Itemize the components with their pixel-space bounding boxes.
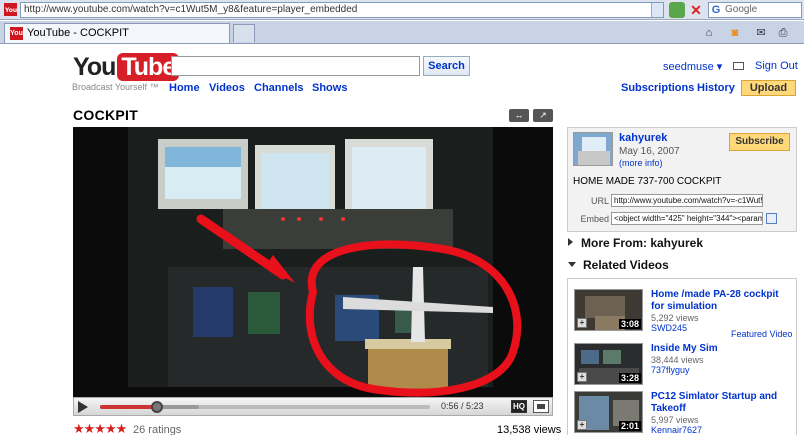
expand-arrow-icon: [568, 238, 573, 246]
related-video-user[interactable]: 737flyguy: [651, 365, 690, 375]
subscriptions-link[interactable]: Subscriptions: [621, 82, 694, 94]
progress-played: [100, 405, 158, 409]
browser-search-placeholder: Google: [725, 4, 758, 15]
related-video-views: 5,292 views: [651, 313, 699, 323]
google-icon: G: [710, 4, 722, 16]
hq-button[interactable]: HQ: [511, 400, 527, 413]
expand-player-icon[interactable]: ↔: [509, 109, 529, 122]
video-duration: 2:01: [618, 421, 641, 431]
progress-bar[interactable]: [100, 401, 430, 413]
player-controls: 0:56 / 5:23 HQ: [73, 397, 553, 416]
print-icon[interactable]: ⎙: [776, 26, 790, 40]
more-info-link[interactable]: (more info): [619, 158, 663, 168]
user-menu[interactable]: seedmuse ▾: [663, 60, 722, 73]
nav-home[interactable]: Home: [169, 82, 200, 94]
popout-player-icon[interactable]: ↗: [533, 109, 553, 122]
add-to-quicklist-icon[interactable]: +: [577, 318, 587, 328]
sign-out-link[interactable]: Sign Out: [755, 60, 798, 72]
related-video-item[interactable]: + 3:08 Home /made PA-28 cockpit for simu…: [574, 289, 794, 339]
address-dropdown-icon[interactable]: [651, 3, 663, 17]
collapse-arrow-icon: [568, 262, 576, 267]
browser-toolbar: You http://www.youtube.com/watch?v=c1Wut…: [0, 0, 804, 20]
related-video-views: 38,444 views: [651, 355, 704, 365]
logo-tube: Tube: [117, 53, 180, 81]
related-video-item[interactable]: + 2:01 PC12 Simlator Startup and Takeoff…: [574, 391, 794, 435]
rating-stars[interactable]: ★★★★★: [73, 421, 127, 435]
play-icon[interactable]: [78, 401, 88, 413]
nav-shows[interactable]: Shows: [312, 82, 347, 94]
related-video-title[interactable]: Inside My Sim: [651, 343, 791, 355]
related-video-user[interactable]: Kennair7627: [651, 425, 702, 435]
video-title: COCKPIT: [73, 107, 139, 123]
related-videos-label: Related Videos: [583, 258, 669, 272]
url-field[interactable]: http://www.youtube.com/watch?v=-c1Wut5M: [611, 194, 763, 207]
upload-button[interactable]: Upload: [741, 80, 796, 96]
video-description: HOME MADE 737-700 COCKPIT: [573, 176, 722, 187]
mail-icon[interactable]: ✉: [754, 26, 768, 40]
nav-videos[interactable]: Videos: [209, 82, 245, 94]
stop-icon[interactable]: ✕: [688, 2, 704, 18]
history-link[interactable]: History: [697, 82, 735, 94]
related-video-item[interactable]: + 3:28 Inside My Sim 38,444 views 737fly…: [574, 343, 794, 391]
related-video-thumbnail[interactable]: + 2:01: [574, 391, 643, 433]
more-from-heading[interactable]: More From: kahyurek: [568, 236, 703, 250]
add-to-quicklist-icon[interactable]: +: [577, 420, 587, 430]
page-favicon-icon: You: [4, 3, 17, 16]
channel-info-box: kahyurek May 16, 2007 (more info) Subscr…: [567, 127, 797, 232]
related-videos-heading[interactable]: Related Videos: [568, 258, 669, 272]
logo-you: You: [73, 53, 116, 81]
browser-tab-bar: You YouTube - COCKPIT ⌂ ◙ ✉ ⎙: [0, 21, 804, 44]
subscribe-button[interactable]: Subscribe: [729, 133, 790, 151]
address-bar[interactable]: http://www.youtube.com/watch?v=c1Wut5M_y…: [20, 2, 664, 18]
channel-name-link[interactable]: kahyurek: [619, 132, 667, 144]
featured-video-label[interactable]: Featured Video: [731, 329, 792, 339]
more-from-label: More From: kahyurek: [581, 236, 704, 250]
related-video-thumbnail[interactable]: + 3:28: [574, 343, 643, 385]
views-count: 13,538 views: [497, 424, 562, 435]
browser-tab-youtube[interactable]: You YouTube - COCKPIT: [4, 23, 230, 43]
inbox-icon[interactable]: [733, 62, 744, 70]
embed-label: Embed: [580, 214, 609, 224]
related-video-thumbnail[interactable]: + 3:08: [574, 289, 643, 331]
add-to-quicklist-icon[interactable]: +: [577, 372, 587, 382]
browser-search-box[interactable]: G Google: [708, 2, 802, 18]
embed-field[interactable]: <object width="425" height="344"><param: [611, 212, 763, 225]
new-tab-button[interactable]: [233, 24, 255, 42]
related-videos-list: + 3:08 Home /made PA-28 cockpit for simu…: [567, 278, 797, 435]
youtube-logo[interactable]: You Tube: [73, 53, 180, 81]
upload-date: May 16, 2007: [619, 146, 680, 157]
nav-channels[interactable]: Channels: [254, 82, 304, 94]
search-button[interactable]: Search: [423, 56, 470, 76]
url-label: URL: [590, 196, 609, 206]
related-video-user[interactable]: SWD245: [651, 323, 687, 333]
svg-text:You: You: [4, 7, 17, 14]
tagline: Broadcast Yourself ™: [72, 82, 159, 92]
youtube-favicon-icon: You: [10, 27, 23, 40]
refresh-icon[interactable]: [669, 2, 685, 18]
search-input[interactable]: [171, 56, 420, 76]
avatar-image: [574, 133, 612, 165]
video-player[interactable]: [73, 127, 553, 397]
related-video-title[interactable]: PC12 Simlator Startup and Takeoff: [651, 391, 791, 415]
ratings-count: 26 ratings: [133, 424, 182, 435]
time-readout: 0:56 / 5:23: [441, 401, 484, 411]
related-video-views: 5,997 views: [651, 415, 699, 425]
related-video-title[interactable]: Home /made PA-28 cockpit for simulation: [651, 289, 791, 313]
video-duration: 3:08: [618, 319, 641, 329]
more-info-text[interactable]: (more info): [619, 158, 663, 168]
scrubber-handle[interactable]: [151, 401, 164, 413]
video-duration: 3:28: [618, 373, 641, 383]
home-icon[interactable]: ⌂: [702, 26, 716, 40]
rss-feed-icon[interactable]: ◙: [728, 26, 742, 40]
channel-avatar[interactable]: [573, 132, 613, 166]
browser-tab-title: YouTube - COCKPIT: [27, 27, 129, 39]
embed-options-icon[interactable]: [766, 213, 777, 224]
fullscreen-icon[interactable]: [533, 400, 549, 413]
video-frame: [73, 127, 553, 397]
